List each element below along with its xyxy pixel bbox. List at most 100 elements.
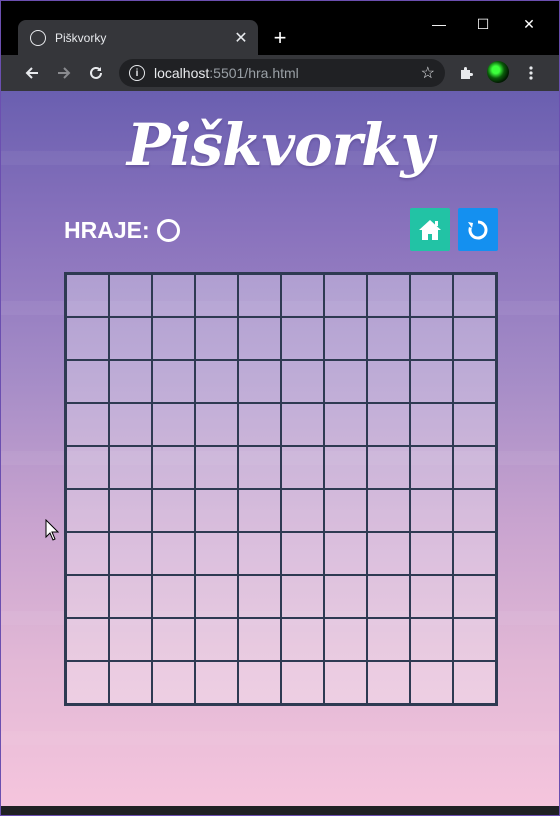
board-cell[interactable]	[152, 618, 195, 661]
menu-button[interactable]	[517, 59, 545, 87]
board-cell[interactable]	[324, 360, 367, 403]
board-cell[interactable]	[410, 532, 453, 575]
board-cell[interactable]	[238, 446, 281, 489]
board-cell[interactable]	[238, 532, 281, 575]
board-cell[interactable]	[410, 661, 453, 704]
board-cell[interactable]	[66, 618, 109, 661]
board-cell[interactable]	[195, 489, 238, 532]
board-cell[interactable]	[324, 446, 367, 489]
board-cell[interactable]	[453, 403, 496, 446]
board-cell[interactable]	[66, 446, 109, 489]
board-cell[interactable]	[152, 403, 195, 446]
board-cell[interactable]	[281, 575, 324, 618]
board-cell[interactable]	[367, 446, 410, 489]
board-cell[interactable]	[367, 360, 410, 403]
board-cell[interactable]	[367, 575, 410, 618]
board-cell[interactable]	[281, 360, 324, 403]
board-cell[interactable]	[367, 661, 410, 704]
board-cell[interactable]	[453, 489, 496, 532]
board-cell[interactable]	[281, 489, 324, 532]
board-cell[interactable]	[324, 489, 367, 532]
board-cell[interactable]	[109, 446, 152, 489]
reload-button[interactable]	[82, 59, 110, 87]
board-cell[interactable]	[324, 661, 367, 704]
board-cell[interactable]	[453, 446, 496, 489]
board-cell[interactable]	[152, 360, 195, 403]
board-cell[interactable]	[281, 317, 324, 360]
board-cell[interactable]	[195, 618, 238, 661]
board-cell[interactable]	[195, 360, 238, 403]
board-cell[interactable]	[66, 360, 109, 403]
minimize-button[interactable]: —	[416, 9, 462, 39]
board-cell[interactable]	[109, 360, 152, 403]
board-cell[interactable]	[367, 274, 410, 317]
board-cell[interactable]	[324, 317, 367, 360]
info-icon[interactable]: i	[129, 65, 145, 81]
board-cell[interactable]	[410, 575, 453, 618]
board-cell[interactable]	[367, 532, 410, 575]
board-cell[interactable]	[66, 403, 109, 446]
board-cell[interactable]	[152, 661, 195, 704]
browser-tab[interactable]: Piškvorky ✕	[18, 20, 258, 55]
board-cell[interactable]	[109, 274, 152, 317]
board-cell[interactable]	[66, 575, 109, 618]
board-cell[interactable]	[324, 403, 367, 446]
board-cell[interactable]	[66, 317, 109, 360]
board-cell[interactable]	[324, 274, 367, 317]
board-cell[interactable]	[109, 403, 152, 446]
board-cell[interactable]	[152, 575, 195, 618]
board-cell[interactable]	[367, 317, 410, 360]
board-cell[interactable]	[238, 403, 281, 446]
board-cell[interactable]	[410, 274, 453, 317]
board-cell[interactable]	[281, 403, 324, 446]
board-cell[interactable]	[281, 661, 324, 704]
board-cell[interactable]	[152, 489, 195, 532]
board-cell[interactable]	[109, 661, 152, 704]
board-cell[interactable]	[109, 618, 152, 661]
board-cell[interactable]	[281, 532, 324, 575]
board-cell[interactable]	[195, 532, 238, 575]
board-cell[interactable]	[453, 360, 496, 403]
board-cell[interactable]	[238, 618, 281, 661]
board-cell[interactable]	[109, 489, 152, 532]
board-cell[interactable]	[152, 317, 195, 360]
tab-close-icon[interactable]: ✕	[230, 27, 252, 49]
board-cell[interactable]	[152, 446, 195, 489]
restart-button[interactable]	[458, 208, 498, 251]
board-cell[interactable]	[195, 403, 238, 446]
board-cell[interactable]	[324, 618, 367, 661]
board-cell[interactable]	[195, 274, 238, 317]
board-cell[interactable]	[410, 446, 453, 489]
board-cell[interactable]	[453, 317, 496, 360]
profile-avatar[interactable]	[487, 61, 509, 83]
board-cell[interactable]	[410, 489, 453, 532]
board-cell[interactable]	[453, 575, 496, 618]
board-cell[interactable]	[453, 532, 496, 575]
back-button[interactable]	[18, 59, 46, 87]
board-cell[interactable]	[367, 618, 410, 661]
board-cell[interactable]	[453, 661, 496, 704]
board-cell[interactable]	[66, 661, 109, 704]
board-cell[interactable]	[453, 274, 496, 317]
board-cell[interactable]	[238, 360, 281, 403]
board-cell[interactable]	[195, 446, 238, 489]
board-cell[interactable]	[195, 317, 238, 360]
board-cell[interactable]	[238, 274, 281, 317]
extensions-button[interactable]	[452, 59, 480, 87]
maximize-button[interactable]: ☐	[460, 9, 506, 39]
board-cell[interactable]	[410, 403, 453, 446]
board-cell[interactable]	[367, 489, 410, 532]
board-cell[interactable]	[281, 446, 324, 489]
board-cell[interactable]	[238, 317, 281, 360]
address-bar[interactable]: i localhost:5501/hra.html ☆	[119, 59, 445, 87]
board-cell[interactable]	[367, 403, 410, 446]
board-cell[interactable]	[453, 618, 496, 661]
board-cell[interactable]	[66, 274, 109, 317]
board-cell[interactable]	[324, 575, 367, 618]
new-tab-button[interactable]: +	[267, 25, 293, 51]
board-cell[interactable]	[281, 618, 324, 661]
close-window-button[interactable]: ✕	[506, 9, 552, 39]
board-cell[interactable]	[410, 618, 453, 661]
forward-button[interactable]	[50, 59, 78, 87]
board-cell[interactable]	[324, 532, 367, 575]
